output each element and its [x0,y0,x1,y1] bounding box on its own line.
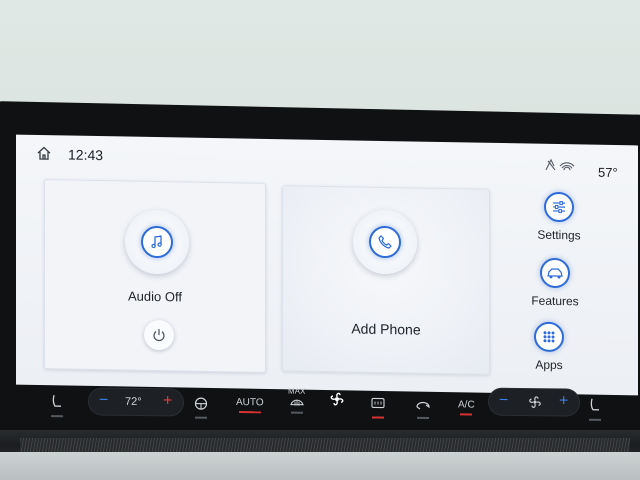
fan-speed-icon [529,396,541,408]
audio-source-button[interactable] [125,209,189,275]
vent-grille [20,438,630,452]
home-icon[interactable] [36,145,52,161]
rear-defrost-button[interactable] [370,396,386,419]
steering-wheel-heat-icon [194,397,208,410]
apps-button[interactable]: Apps [514,321,584,380]
fan-increase-button[interactable]: + [559,392,568,410]
car-icon [547,268,563,279]
clock: 12:43 [68,146,104,164]
grid-dots-icon [543,331,555,343]
fan-icon [330,392,344,406]
fan-speed-control: − + [488,387,580,417]
phone-icon [378,235,392,249]
seat-heat-icon [52,394,61,407]
sliders-icon [553,201,565,214]
auto-climate-button[interactable]: AUTO [236,397,264,414]
recirculation-icon [416,401,430,410]
temp-decrease-button[interactable]: − [99,392,108,410]
settings-button[interactable]: Settings [524,191,594,250]
driver-seat-heat-button[interactable] [50,393,64,418]
max-defrost-icon [289,399,304,406]
apps-label: Apps [535,357,563,373]
passenger-seat-heat-button[interactable] [588,397,602,421]
ac-label: A/C [458,399,475,411]
features-label: Features [531,293,579,309]
temp-increase-button[interactable]: + [163,392,172,410]
phone-tile[interactable]: Add Phone [282,185,490,375]
settings-label: Settings [537,227,581,243]
power-icon [153,329,165,342]
auto-label: AUTO [236,397,264,409]
ac-button[interactable]: A/C [458,399,475,416]
dash-trim [0,452,640,480]
audio-tile[interactable]: Audio Off [44,179,266,373]
max-label: MAX [288,386,306,396]
driver-temp-setting: 72° [125,395,142,409]
outside-temperature: 57° [598,164,618,181]
rear-defrost-icon [371,397,385,409]
driver-temp-control: − 72° + [88,387,184,417]
wifi-icon [559,162,575,171]
audio-status-label: Audio Off [128,288,182,305]
climate-control-strip: − 72° + AUTO MAX A/C − + [36,383,622,433]
add-phone-button[interactable] [353,209,417,275]
no-gps-icon [545,158,575,171]
steering-heat-button[interactable] [194,397,208,419]
fan-auto-button[interactable] [328,390,346,411]
music-note-icon [151,235,162,249]
seat-heat-icon [590,398,599,411]
features-button[interactable]: Features [520,257,590,316]
add-phone-label: Add Phone [351,320,421,338]
recirculation-button[interactable] [414,399,432,420]
max-defrost-button[interactable]: MAX [288,386,305,414]
audio-power-button[interactable] [144,319,174,351]
infotainment-screen: 12:43 57° Audio Off Add Phone Settings F… [16,134,638,396]
fan-decrease-button[interactable]: − [499,392,508,410]
